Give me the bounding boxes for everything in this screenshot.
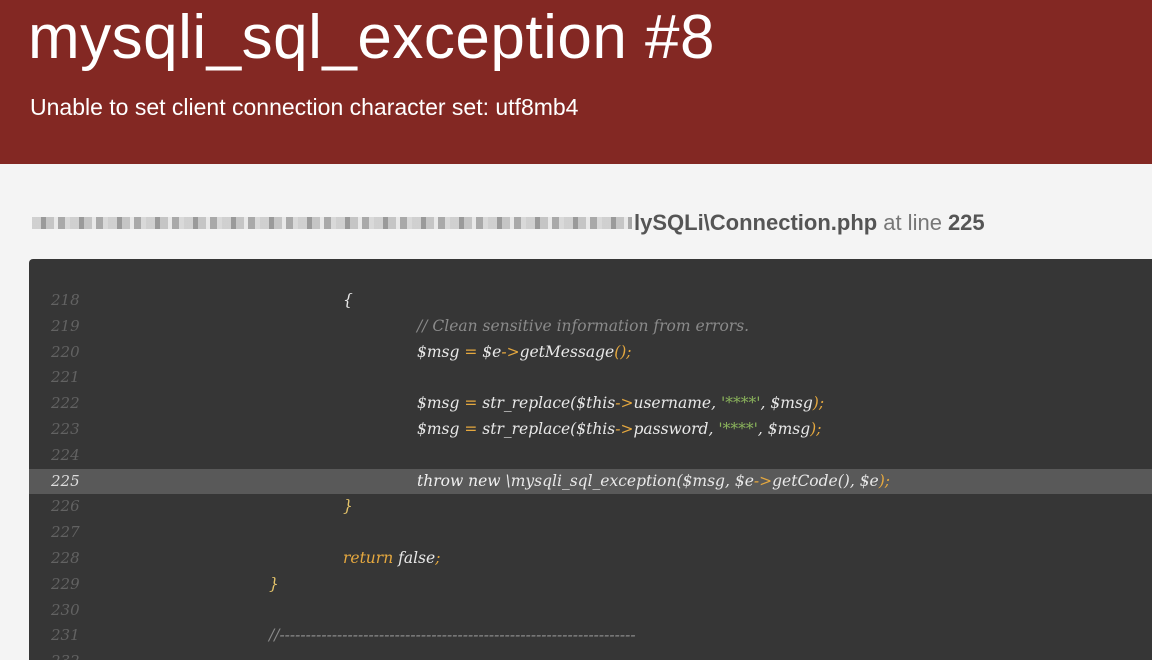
source-file: lySQLi\Connection.php [634,210,878,235]
line-number: 232 [51,649,80,660]
line-number: 222 [51,394,80,413]
code-token: (); [614,342,632,361]
code-text: $msg = str_replace($this->username, '***… [417,391,824,417]
code-token: $msg [767,419,811,438]
code-token: str_replace( [482,394,577,413]
code-token: \mysqli_sql_exception( [505,471,683,490]
code-token: $msg [417,342,460,361]
code-token: //--------------------------------------… [269,626,636,645]
code-token: , [724,471,735,490]
code-line: 226} [29,494,1152,520]
code-token: = [459,394,483,413]
code-line: 229} [29,572,1152,598]
code-token: ); [810,419,822,438]
code-token: $this [576,419,616,438]
line-number: 224 [51,445,80,464]
line-number: 219 [51,316,80,335]
code-text: } [343,494,353,520]
code-token: } [269,574,279,593]
source-at-label: at line [883,210,942,235]
code-token: } [343,497,353,516]
code-text: return false; [343,546,440,572]
code-line: 231 //-----------------------------------… [29,623,1152,649]
code-token: $e [734,471,754,490]
code-line: 227 [29,520,1152,546]
code-token: , [757,419,768,438]
code-token: = [459,342,483,361]
code-line: 218 { [29,288,1152,314]
line-number: 221 [51,368,80,387]
code-line: 221 [29,365,1152,391]
code-token: ); [812,394,825,413]
code-line: 232 [29,649,1152,660]
code-line: 228 return false; [29,546,1152,572]
code-token: $msg [417,419,460,438]
code-token: '****' [720,394,761,413]
code-token: // Clean sensitive information from erro… [417,316,750,335]
source-location: lySQLi\Connection.php at line 225 [32,208,985,238]
code-token: getCode(), [772,471,860,490]
code-token: $msg [770,394,813,413]
code-line-highlighted: 225 throw new \mysqli_sql_exception($msg,… [29,468,1152,495]
code-line: 220 $msg = $e->getMessage(); [29,340,1152,366]
line-number: 225 [51,471,80,490]
error-header: mysqli_sql_exception #8 Unable to set cl… [0,0,1152,164]
code-token: '****' [718,419,758,438]
code-token: -> [753,471,773,490]
code-token: ; [435,548,441,567]
line-number: 229 [51,574,80,593]
code-token: $msg [682,471,725,490]
code-token: $e [859,471,879,490]
code-token: false [398,548,436,567]
code-snippet: 218 {219 // Clean sensitive information fr… [29,259,1152,660]
code-text: { [343,288,353,314]
line-number: 220 [51,342,80,361]
code-token: , [760,394,771,413]
code-token: str_replace( [482,419,577,438]
code-token: throw new [417,471,506,490]
code-token: -> [615,394,634,413]
code-line: 223 $msg = str_replace($this->password, '… [29,417,1152,443]
code-text: $msg = $e->getMessage(); [417,340,632,366]
code-token: ); [878,471,891,490]
code-token: password, [633,419,719,438]
code-text: // Clean sensitive information from erro… [417,314,749,340]
line-number: 230 [51,600,80,619]
code-token: -> [615,419,634,438]
code-token: -> [501,342,520,361]
line-number: 218 [51,291,80,309]
line-number: 228 [51,548,80,567]
code-lines: 218 {219 // Clean sensitive information fr… [29,288,1152,660]
code-line: 219 // Clean sensitive information from e… [29,314,1152,340]
source-line-number: 225 [947,210,985,235]
exception-title: mysqli_sql_exception #8 [28,3,715,72]
line-number: 231 [51,626,80,645]
redacted-path [32,217,632,229]
code-text: $msg = str_replace($this->password, '***… [417,417,821,443]
code-line: 230 [29,598,1152,624]
exception-message: Unable to set client connection characte… [30,94,579,120]
code-line: 222 $msg = str_replace($this->username, '… [29,391,1152,417]
code-token: = [459,419,483,438]
line-number: 226 [51,497,80,516]
code-line: 224 [29,443,1152,469]
code-token: $msg [417,394,460,413]
code-text: throw new \mysqli_sql_exception($msg, $e… [417,469,890,495]
code-token: { [343,291,353,309]
line-number: 223 [51,419,80,438]
code-token: username, [633,394,721,413]
line-number: 227 [51,523,80,542]
code-text: //--------------------------------------… [269,623,636,649]
code-text: } [269,572,279,598]
code-token: getMessage [519,342,615,361]
code-token: $e [482,342,502,361]
code-token: $this [576,394,616,413]
code-token: return [343,548,399,567]
